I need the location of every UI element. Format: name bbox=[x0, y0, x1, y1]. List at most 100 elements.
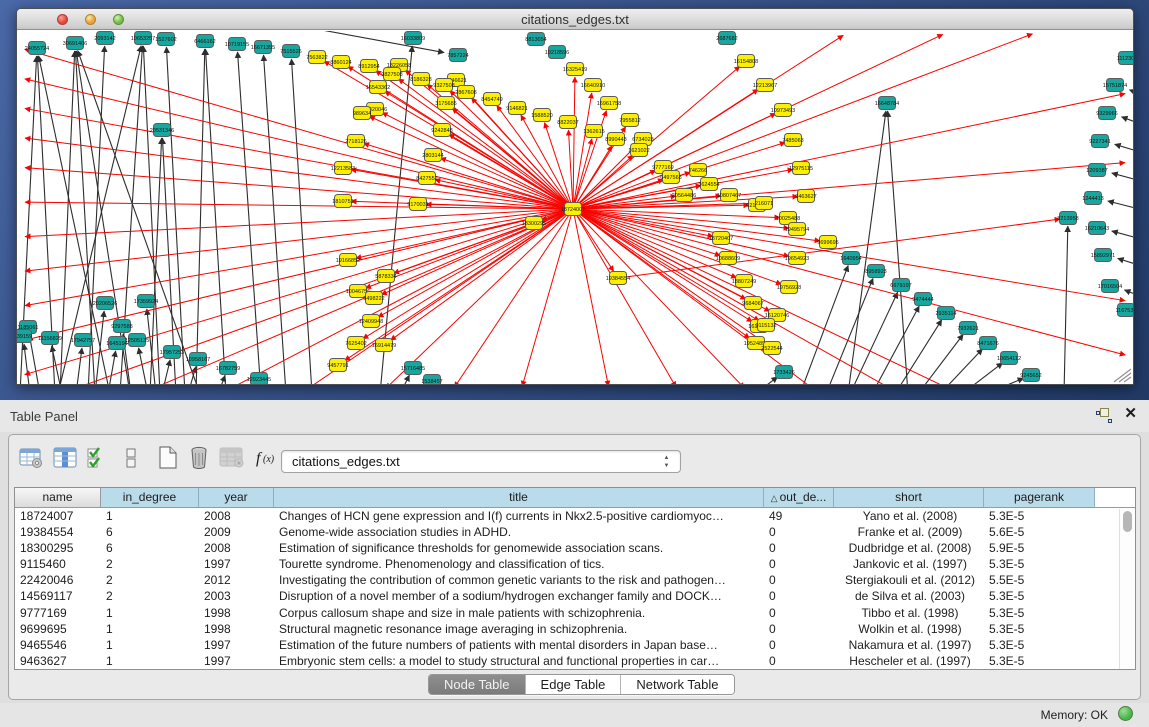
graph-node[interactable]: 8454749 bbox=[481, 93, 502, 106]
graph-node[interactable]: 18720407 bbox=[709, 232, 733, 245]
graph-node[interactable]: 16648784 bbox=[875, 97, 899, 110]
graph-node[interactable]: 8427552 bbox=[416, 172, 437, 185]
graph-node[interactable]: 20564486 bbox=[672, 189, 696, 202]
graph-node[interactable]: 9329966 bbox=[1096, 107, 1117, 120]
table-row[interactable]: 1456911722003Disruption of a novel membe… bbox=[15, 588, 1135, 604]
table-selector-combobox[interactable]: citations_edges.txt ▲▼ bbox=[281, 450, 681, 473]
graph-node[interactable]: 1112304 bbox=[1117, 52, 1133, 65]
graph-node[interactable]: 10958167 bbox=[186, 353, 210, 366]
new-table-icon[interactable] bbox=[157, 445, 179, 473]
graph-node[interactable]: 20531346 bbox=[150, 124, 174, 137]
graph-node[interactable]: 8813054 bbox=[525, 33, 546, 46]
graph-node[interactable]: 939159 bbox=[17, 330, 32, 343]
graph-node[interactable]: 12409948 bbox=[359, 315, 383, 328]
graph-node[interactable]: 6466162 bbox=[194, 35, 215, 48]
graph-node[interactable]: 7485063 bbox=[782, 134, 803, 147]
graph-node[interactable]: 10654112 bbox=[997, 352, 1021, 365]
graph-node[interactable]: 2718126 bbox=[345, 135, 366, 148]
graph-node[interactable]: 9457791 bbox=[327, 359, 348, 372]
graph-node[interactable]: 19495794 bbox=[785, 223, 809, 236]
table-row[interactable]: 977716911998Corpus callosum shape and si… bbox=[15, 605, 1135, 621]
table-row[interactable]: 2242004622012Investigating the contribut… bbox=[15, 572, 1135, 588]
table-row[interactable]: 946362711997Embryonic stem cells: a mode… bbox=[15, 653, 1135, 669]
graph-node[interactable]: 24055724 bbox=[25, 42, 49, 55]
graph-node[interactable]: 9699695 bbox=[817, 236, 838, 249]
graph-node[interactable]: 8822037 bbox=[557, 116, 578, 129]
graph-node[interactable]: 20206526 bbox=[93, 297, 117, 310]
graph-node[interactable]: 9170031 bbox=[407, 198, 428, 211]
graph-node[interactable]: 2935114 bbox=[935, 307, 956, 320]
table-scrollbar-thumb[interactable] bbox=[1123, 511, 1132, 532]
graph-node[interactable]: 15716485 bbox=[401, 362, 425, 375]
graph-node[interactable]: 8213958 bbox=[1057, 212, 1078, 225]
graph-node[interactable]: 10719155 bbox=[225, 38, 249, 51]
graph-node[interactable]: 17957253 bbox=[160, 346, 184, 359]
table-row[interactable]: 969969511998Structural magnetic resonanc… bbox=[15, 621, 1135, 637]
close-panel-icon[interactable]: ✕ bbox=[1124, 406, 1137, 422]
float-panel-icon[interactable] bbox=[1096, 408, 1112, 423]
graph-node[interactable]: 7625402 bbox=[345, 337, 366, 350]
graph-node[interactable]: 10807467 bbox=[717, 189, 741, 202]
graph-node[interactable]: 10688609 bbox=[716, 252, 740, 265]
graph-node[interactable]: 19654923 bbox=[785, 252, 809, 265]
graph-node[interactable]: 12505135 bbox=[125, 334, 149, 347]
column-header-in_degree[interactable]: in_degree bbox=[101, 488, 199, 507]
column-header-out_de[interactable]: △out_de... bbox=[764, 488, 834, 507]
graph-node[interactable]: 17942757 bbox=[71, 334, 95, 347]
graph-node[interactable]: 12975115 bbox=[789, 162, 813, 175]
graph-node[interactable]: 10653257 bbox=[131, 32, 155, 45]
graph-node[interactable]: 6679197 bbox=[890, 279, 911, 292]
graph-node[interactable]: 1621022 bbox=[628, 144, 649, 157]
graph-node[interactable]: 16640910 bbox=[581, 79, 605, 92]
graph-node[interactable]: 746266 bbox=[689, 164, 707, 177]
graph-node[interactable]: 16033809 bbox=[401, 32, 425, 45]
graph-node[interactable]: 1209387 bbox=[1086, 164, 1107, 177]
graph-node[interactable]: 18300295 bbox=[522, 217, 546, 230]
graph-node[interactable]: 5878334 bbox=[375, 270, 396, 283]
tab-edge-table[interactable]: Edge Table bbox=[525, 675, 621, 694]
graph-node[interactable]: 18807249 bbox=[732, 275, 756, 288]
graph-node[interactable]: 8912954 bbox=[358, 60, 379, 73]
graph-node[interactable]: 15892971 bbox=[1091, 249, 1115, 262]
graph-node[interactable]: 16961758 bbox=[597, 97, 621, 110]
column-header-title[interactable]: title bbox=[274, 488, 764, 507]
graph-node[interactable]: 2867608 bbox=[455, 86, 476, 99]
table-row[interactable]: 911546021997Tourette syndrome. Phenomeno… bbox=[15, 556, 1135, 572]
column-visibility-icon[interactable] bbox=[53, 447, 78, 472]
graph-node[interactable]: 17359924 bbox=[134, 295, 158, 308]
graph-node[interactable]: 30691406 bbox=[63, 37, 87, 50]
graph-node[interactable]: 9297588 bbox=[111, 320, 132, 333]
graph-node[interactable]: 7955812 bbox=[619, 114, 640, 127]
graph-node[interactable]: 8958923 bbox=[865, 265, 886, 278]
graph-node[interactable]: 16671355 bbox=[251, 41, 275, 54]
graph-node[interactable]: 11156829 bbox=[38, 332, 62, 345]
graph-node[interactable]: 9498222 bbox=[363, 292, 384, 305]
graph-node[interactable]: 1538457 bbox=[421, 375, 442, 385]
column-header-pagerank[interactable]: pagerank bbox=[984, 488, 1095, 507]
graph-node[interactable]: 1244413 bbox=[1082, 192, 1103, 205]
graph-node[interactable]: 2093142 bbox=[94, 32, 115, 45]
column-header-name[interactable]: name bbox=[15, 488, 101, 507]
function-builder-icon[interactable]: f(x) bbox=[254, 447, 284, 472]
graph-node[interactable]: 3175685 bbox=[435, 97, 456, 110]
table-row[interactable]: 946554611997Estimation of the future num… bbox=[15, 637, 1135, 653]
graph-node[interactable]: 9146821 bbox=[506, 102, 527, 115]
graph-node[interactable]: 9463627 bbox=[795, 190, 816, 203]
tab-node-table[interactable]: Node Table bbox=[429, 675, 525, 694]
graph-node[interactable]: 9245652 bbox=[1020, 369, 1041, 382]
graph-node[interactable]: 15751874 bbox=[1103, 79, 1127, 92]
graph-node[interactable]: 17016504 bbox=[1098, 280, 1122, 293]
graph-node[interactable]: 8186328 bbox=[410, 73, 431, 86]
graph-node[interactable]: 9474444 bbox=[912, 293, 933, 306]
clear-selection-icon[interactable] bbox=[126, 446, 138, 473]
graph-node[interactable]: 19166852 bbox=[336, 254, 360, 267]
graph-node[interactable]: 9227341 bbox=[1089, 135, 1110, 148]
column-header-year[interactable]: year bbox=[199, 488, 274, 507]
graph-node[interactable]: 12213967 bbox=[753, 79, 777, 92]
table-row[interactable]: 1938455462009Genome-wide association stu… bbox=[15, 524, 1135, 540]
graph-node[interactable]: 7857224 bbox=[447, 49, 468, 62]
graph-node[interactable]: 8860124 bbox=[330, 56, 351, 69]
graph-node[interactable]: 10973493 bbox=[771, 104, 795, 117]
table-row[interactable]: 1872400712008Changes of HCN gene express… bbox=[15, 508, 1135, 524]
graph-node[interactable]: 19384554 bbox=[606, 272, 630, 285]
